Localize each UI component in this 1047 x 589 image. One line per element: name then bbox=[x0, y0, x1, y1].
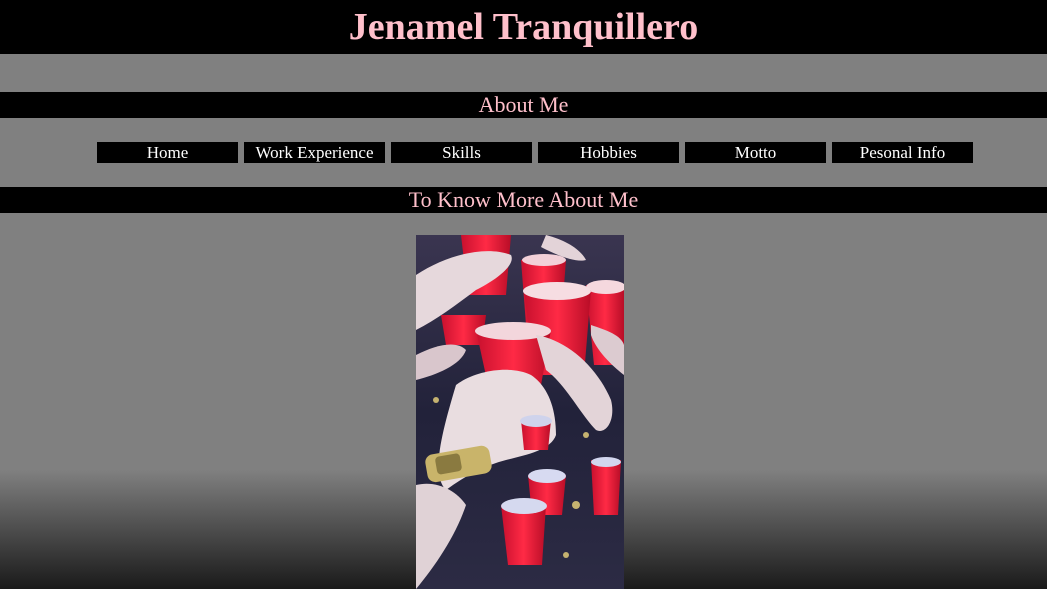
nav-item-personal-info[interactable]: Pesonal Info bbox=[832, 142, 973, 163]
nav-item-work-experience[interactable]: Work Experience bbox=[244, 142, 385, 163]
nav-item-home[interactable]: Home bbox=[97, 142, 238, 163]
about-me-heading: About Me bbox=[478, 92, 569, 117]
nav-bar: Home Work Experience Skills Hobbies Mott… bbox=[97, 142, 973, 163]
know-more-heading-bar: To Know More About Me bbox=[0, 187, 1047, 213]
party-cups-photo bbox=[416, 235, 624, 589]
about-me-heading-bar: About Me bbox=[0, 92, 1047, 118]
nav-item-hobbies[interactable]: Hobbies bbox=[538, 142, 679, 163]
nav-item-skills[interactable]: Skills bbox=[391, 142, 532, 163]
party-cups-illustration bbox=[416, 235, 624, 589]
nav-item-motto[interactable]: Motto bbox=[685, 142, 826, 163]
title-bar: Jenamel Tranquillero bbox=[0, 0, 1047, 54]
know-more-heading: To Know More About Me bbox=[408, 187, 639, 212]
page-title: Jenamel Tranquillero bbox=[348, 6, 699, 48]
